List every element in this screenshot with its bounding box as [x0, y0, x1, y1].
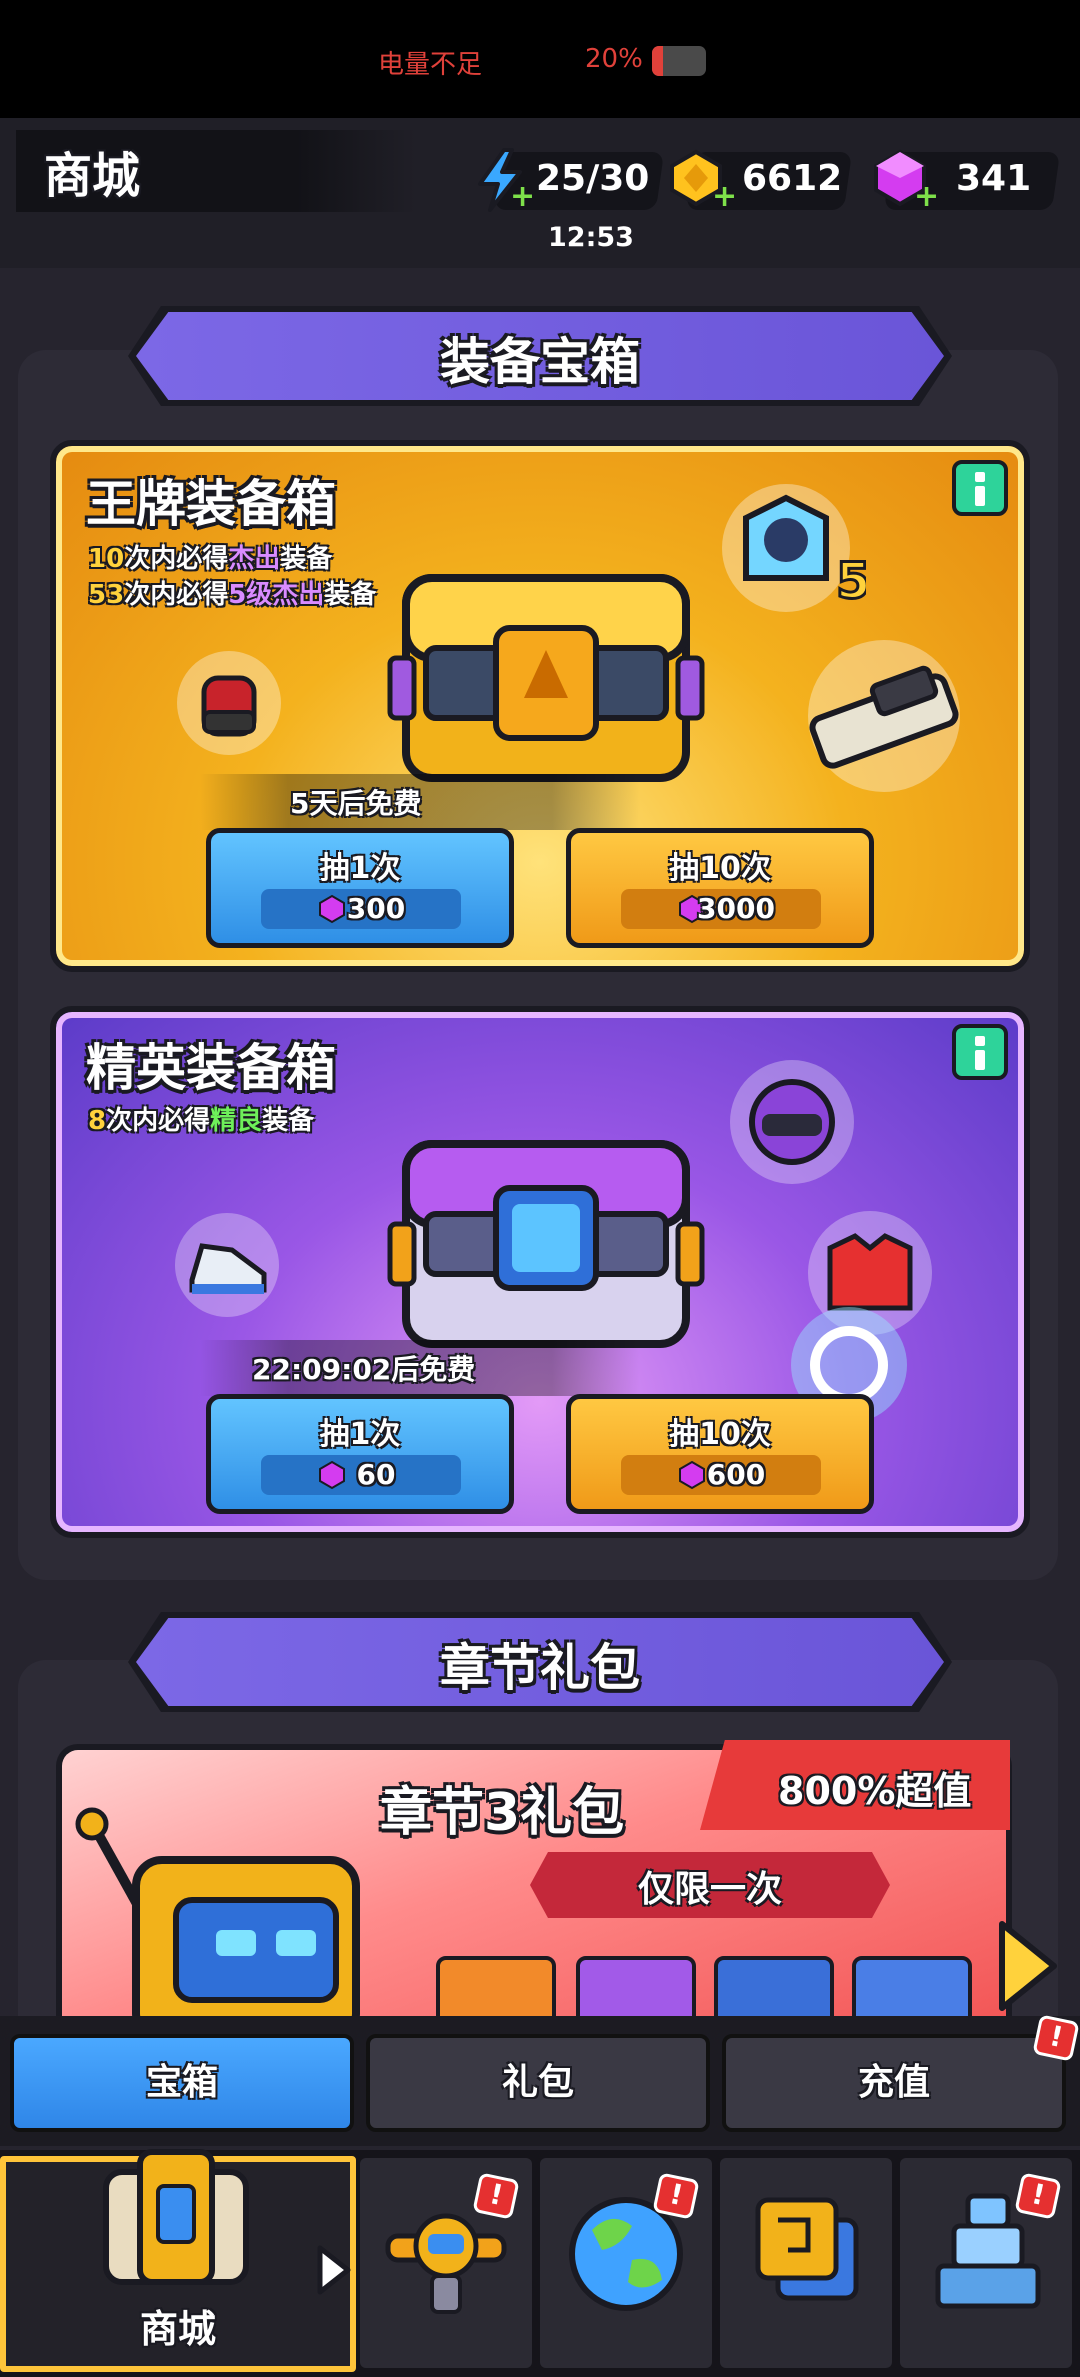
chapter-section-title: 章节礼包	[440, 1639, 640, 1697]
nav-expand-arrow-icon[interactable]	[314, 2244, 354, 2296]
elite-draw-10-label: 抽10次	[669, 1417, 771, 1452]
ace-chest-guarantee-2: 53次内必得5级杰出装备	[88, 580, 377, 610]
next-arrow-icon[interactable]	[994, 1918, 1062, 2014]
purple-helmet-icon	[730, 1060, 854, 1184]
elite-chest-title: 精英装备箱	[86, 1039, 336, 1097]
elite-draw-1-button[interactable]: 抽1次 60	[206, 1394, 514, 1514]
elite-draw-10-button[interactable]: 抽10次 600	[566, 1394, 874, 1514]
nav-shop-label: 商城	[139, 2307, 216, 2351]
elite-draw-1-price: 60	[356, 1458, 396, 1491]
recharge-alert-badge: !	[1032, 2014, 1080, 2062]
ace-draw-1-button[interactable]: 抽1次 300	[206, 828, 514, 948]
helmet-equipment-icon: 5	[722, 484, 866, 612]
chapter-pack-value: 800%超值	[778, 1769, 972, 1813]
energy-value: 25/30	[536, 158, 650, 199]
tab-packs[interactable]: 礼包	[366, 2034, 710, 2132]
battery-warning-text: 电量不足	[378, 50, 483, 80]
gem-add-icon[interactable]: +	[914, 182, 939, 212]
world-alert-badge: !	[652, 2172, 700, 2220]
chapter-pack-limit: 仅限一次	[637, 1869, 782, 1910]
battery-icon	[652, 46, 706, 76]
coin-value: 6612	[742, 158, 843, 199]
glove-equipment-icon	[177, 651, 281, 755]
ace-chest-title: 王牌装备箱	[86, 475, 336, 533]
elite-chest-info-button[interactable]	[952, 1024, 1008, 1080]
energy-add-icon[interactable]: +	[510, 182, 535, 212]
equipment-section-title: 装备宝箱	[440, 333, 640, 391]
coin-add-icon[interactable]: +	[712, 182, 737, 212]
ace-chest-icon	[387, 574, 705, 782]
ace-draw-1-label: 抽1次	[319, 851, 401, 886]
elite-draw-1-price-pill: 60	[261, 1455, 461, 1495]
shop-chest-icon	[103, 2149, 249, 2285]
ace-chest-guarantee-1: 10次内必得杰出装备	[88, 544, 333, 574]
elite-chest-icon	[387, 1140, 705, 1348]
ace-draw-10-label: 抽10次	[669, 851, 771, 886]
shoe-equipment-icon	[175, 1213, 279, 1317]
battery-percent-text: 20%	[585, 44, 643, 74]
ace-chest-free-timer: 5天后免费	[290, 787, 422, 820]
battery-level-fill	[652, 46, 663, 76]
ace-draw-10-price: 3000	[697, 892, 775, 925]
ace-draw-10-button[interactable]: 抽10次 3000	[566, 828, 874, 948]
equipment-alert-badge: !	[472, 2172, 520, 2220]
robot-mascot-icon	[75, 1807, 360, 2030]
gem-value: 341	[956, 158, 1032, 199]
tab-recharge[interactable]: 充值	[722, 2034, 1066, 2132]
elite-draw-10-price: 600	[706, 1458, 766, 1491]
elite-chest-free-timer: 22:09:02后免费	[252, 1353, 476, 1386]
ace-chest-info-button[interactable]	[952, 460, 1008, 516]
tab-chests[interactable]: 宝箱	[10, 2034, 354, 2132]
ace-draw-10-price-pill: 3000	[621, 889, 821, 929]
base-alert-badge: !	[1014, 2172, 1062, 2220]
energy-refill-timer: 12:53	[548, 222, 634, 253]
chapter-pack-title: 章节3礼包	[380, 1783, 625, 1843]
ace-draw-1-price-pill: 300	[261, 889, 461, 929]
gun-equipment-icon	[808, 640, 960, 792]
elite-chest-guarantee: 8次内必得精良装备	[88, 1106, 315, 1136]
page-title: 商城	[44, 148, 141, 204]
helmet-level-label: 5	[836, 552, 866, 610]
map-tile-icon	[755, 2197, 859, 2301]
elite-draw-1-label: 抽1次	[319, 1417, 401, 1452]
ace-draw-1-price: 300	[346, 892, 406, 925]
elite-draw-10-price-pill: 600	[621, 1455, 821, 1495]
system-status-bar	[0, 0, 1080, 118]
